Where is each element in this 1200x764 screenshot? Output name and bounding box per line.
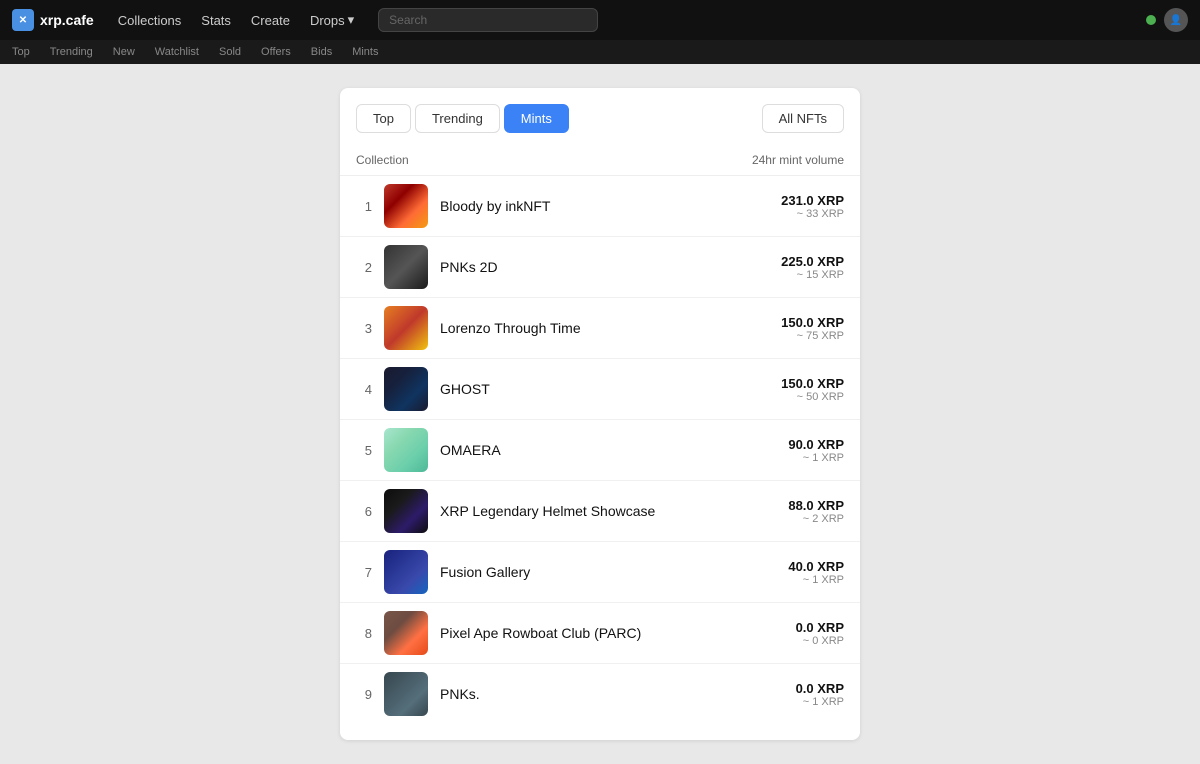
table-rows: 1 Bloody by inkNFT 231.0 XRP ~ 33 XRP 2 … — [340, 176, 860, 724]
vol-sub: ~ 15 XRP — [781, 269, 844, 281]
vol-sub: ~ 0 XRP — [796, 635, 844, 647]
volume-col: 225.0 XRP ~ 15 XRP — [781, 254, 844, 281]
collection-thumbnail — [384, 428, 428, 472]
status-dot — [1146, 15, 1156, 25]
collection-thumbnail — [384, 550, 428, 594]
logo[interactable]: ✕ xrp.cafe — [12, 9, 94, 31]
main-content: Top Trending Mints All NFTs Collection 2… — [0, 64, 1200, 764]
volume-col: 0.0 XRP ~ 0 XRP — [796, 620, 844, 647]
row-rank: 2 — [356, 260, 372, 275]
collection-thumbnail — [384, 245, 428, 289]
table-row[interactable]: 1 Bloody by inkNFT 231.0 XRP ~ 33 XRP — [340, 176, 860, 237]
row-rank: 3 — [356, 321, 372, 336]
vol-main: 231.0 XRP — [781, 193, 844, 208]
volume-col: 88.0 XRP ~ 2 XRP — [788, 498, 844, 525]
collection-thumbnail — [384, 611, 428, 655]
rankings-panel: Top Trending Mints All NFTs Collection 2… — [340, 88, 860, 740]
collection-name: Lorenzo Through Time — [440, 320, 769, 336]
vol-main: 0.0 XRP — [796, 620, 844, 635]
row-rank: 6 — [356, 504, 372, 519]
collection-thumbnail — [384, 184, 428, 228]
row-rank: 7 — [356, 565, 372, 580]
vol-sub: ~ 1 XRP — [788, 452, 844, 464]
nav-links: Collections Stats Create Drops ▾ — [110, 8, 362, 32]
vol-main: 150.0 XRP — [781, 315, 844, 330]
sub-nav-trending[interactable]: Trending — [50, 46, 93, 58]
table-row[interactable]: 3 Lorenzo Through Time 150.0 XRP ~ 75 XR… — [340, 298, 860, 359]
logo-text: xrp.cafe — [40, 12, 94, 28]
logo-icon: ✕ — [12, 9, 34, 31]
volume-col: 40.0 XRP ~ 1 XRP — [788, 559, 844, 586]
navbar: ✕ xrp.cafe Collections Stats Create Drop… — [0, 0, 1200, 40]
table-header: Collection 24hr mint volume — [340, 145, 860, 176]
row-rank: 5 — [356, 443, 372, 458]
collection-thumbnail — [384, 367, 428, 411]
vol-sub: ~ 2 XRP — [788, 513, 844, 525]
table-row[interactable]: 5 OMAERA 90.0 XRP ~ 1 XRP — [340, 420, 860, 481]
collection-name: Fusion Gallery — [440, 564, 776, 580]
table-row[interactable]: 7 Fusion Gallery 40.0 XRP ~ 1 XRP — [340, 542, 860, 603]
vol-sub: ~ 33 XRP — [781, 208, 844, 220]
vol-sub: ~ 50 XRP — [781, 391, 844, 403]
collection-name: GHOST — [440, 381, 769, 397]
vol-sub: ~ 1 XRP — [796, 696, 844, 708]
sub-nav-bids[interactable]: Bids — [311, 46, 332, 58]
row-rank: 1 — [356, 199, 372, 214]
sub-nav-new[interactable]: New — [113, 46, 135, 58]
tab-trending[interactable]: Trending — [415, 104, 500, 133]
vol-main: 40.0 XRP — [788, 559, 844, 574]
collection-name: PNKs. — [440, 686, 784, 702]
chevron-down-icon: ▾ — [348, 12, 355, 28]
vol-main: 150.0 XRP — [781, 376, 844, 391]
avatar[interactable]: 👤 — [1164, 8, 1188, 32]
nav-stats[interactable]: Stats — [193, 9, 239, 32]
vol-main: 90.0 XRP — [788, 437, 844, 452]
tab-mints[interactable]: Mints — [504, 104, 569, 133]
tab-bar: Top Trending Mints All NFTs — [340, 104, 860, 145]
volume-col: 231.0 XRP ~ 33 XRP — [781, 193, 844, 220]
vol-main: 0.0 XRP — [796, 681, 844, 696]
row-rank: 9 — [356, 687, 372, 702]
volume-col: 150.0 XRP ~ 50 XRP — [781, 376, 844, 403]
row-rank: 4 — [356, 382, 372, 397]
col-collection-header: Collection — [356, 153, 409, 167]
sub-nav-sold[interactable]: Sold — [219, 46, 241, 58]
collection-name: Bloody by inkNFT — [440, 198, 769, 214]
vol-main: 88.0 XRP — [788, 498, 844, 513]
collection-thumbnail — [384, 489, 428, 533]
nav-create[interactable]: Create — [243, 9, 298, 32]
row-rank: 8 — [356, 626, 372, 641]
sub-nav-watchlist[interactable]: Watchlist — [155, 46, 199, 58]
table-row[interactable]: 4 GHOST 150.0 XRP ~ 50 XRP — [340, 359, 860, 420]
sub-nav-offers[interactable]: Offers — [261, 46, 291, 58]
nav-right: 👤 — [1146, 8, 1188, 32]
collection-name: Pixel Ape Rowboat Club (PARC) — [440, 625, 784, 641]
vol-main: 225.0 XRP — [781, 254, 844, 269]
vol-sub: ~ 75 XRP — [781, 330, 844, 342]
all-nfts-button[interactable]: All NFTs — [762, 104, 844, 133]
table-row[interactable]: 2 PNKs 2D 225.0 XRP ~ 15 XRP — [340, 237, 860, 298]
search-input[interactable] — [378, 8, 598, 32]
collection-name: OMAERA — [440, 442, 776, 458]
volume-col: 0.0 XRP ~ 1 XRP — [796, 681, 844, 708]
sub-header: Top Trending New Watchlist Sold Offers B… — [0, 40, 1200, 64]
collection-thumbnail — [384, 306, 428, 350]
nav-drops[interactable]: Drops ▾ — [302, 8, 362, 32]
table-row[interactable]: 8 Pixel Ape Rowboat Club (PARC) 0.0 XRP … — [340, 603, 860, 664]
collection-name: PNKs 2D — [440, 259, 769, 275]
volume-col: 150.0 XRP ~ 75 XRP — [781, 315, 844, 342]
table-row[interactable]: 9 PNKs. 0.0 XRP ~ 1 XRP — [340, 664, 860, 724]
table-row[interactable]: 6 XRP Legendary Helmet Showcase 88.0 XRP… — [340, 481, 860, 542]
volume-col: 90.0 XRP ~ 1 XRP — [788, 437, 844, 464]
tab-top[interactable]: Top — [356, 104, 411, 133]
vol-sub: ~ 1 XRP — [788, 574, 844, 586]
sub-nav-top[interactable]: Top — [12, 46, 30, 58]
sub-nav-mints[interactable]: Mints — [352, 46, 378, 58]
nav-collections[interactable]: Collections — [110, 9, 190, 32]
collection-thumbnail — [384, 672, 428, 716]
col-volume-header: 24hr mint volume — [752, 153, 844, 167]
collection-name: XRP Legendary Helmet Showcase — [440, 503, 776, 519]
